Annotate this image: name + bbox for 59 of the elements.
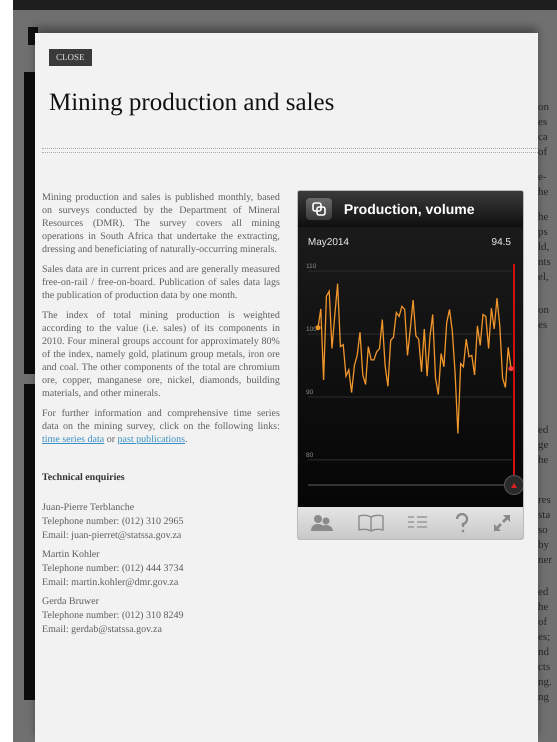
book-icon[interactable] xyxy=(358,514,384,532)
background-text: he xyxy=(538,210,550,225)
background-text: e- xyxy=(538,170,548,185)
background-text: he xyxy=(538,600,550,615)
contact-phone: Telephone number: (012) 310 8249 xyxy=(42,609,184,623)
contact-phone: Telephone number: (012) 310 2965 xyxy=(42,515,184,529)
background-text: sta xyxy=(538,508,552,523)
background-text: ed xyxy=(538,585,550,600)
link[interactable]: past publications xyxy=(118,434,186,445)
background-text: he xyxy=(538,185,548,200)
layers-icon xyxy=(312,202,326,216)
contact-email: Email: gerdab@statssa.gov.za xyxy=(42,623,163,637)
background-text: es; xyxy=(538,630,552,645)
background-text: he xyxy=(538,453,548,468)
start-marker xyxy=(315,325,320,330)
layers-button[interactable] xyxy=(306,198,332,220)
link[interactable]: time series data xyxy=(42,434,104,445)
background-text: ca xyxy=(538,130,549,145)
background-text: ng xyxy=(538,690,550,705)
people-icon[interactable] xyxy=(310,514,334,532)
paragraph: Mining production and sales is published monthly, based on surveys conducted by the Department of Mineral Resources (DMR). The survey covers all mining operations in South Africa that undertake the extracting, dressing and beneficiating of naturally-occurring minerals. xyxy=(42,191,280,256)
chart-title: Production, volume xyxy=(344,200,475,218)
background-text: cts xyxy=(538,660,552,675)
slider-thumb[interactable] xyxy=(504,475,523,495)
section-heading: Technical enquiries xyxy=(42,471,126,484)
background-text: ge xyxy=(538,438,548,453)
expand-icon[interactable] xyxy=(493,514,512,532)
dialog-title: Mining production and sales xyxy=(49,88,336,118)
contact-email: Email: martin.kohler@dmr.gov.za xyxy=(42,576,180,590)
close-button[interactable]: CLOSE xyxy=(49,49,92,66)
background-text: by xyxy=(538,538,550,553)
contact-name: Gerda Bruwer xyxy=(42,595,100,609)
paragraph: For further information and comprehensive time series data on the mining survey, click on the following links: time series data or past publications. xyxy=(42,407,280,446)
contact-phone: Telephone number: (012) 444 3734 xyxy=(42,562,184,576)
contact-name: Martin Kohler xyxy=(42,548,100,562)
date-label: May2014 xyxy=(308,236,349,250)
background-text: es xyxy=(538,318,548,333)
background-text: on xyxy=(538,100,549,115)
paragraph: The index of total mining production is weighted according to the value (i.e. sales) of its components in 2010. Four mineral groups account for approximately 80% of the index, namely gold, platinum group metals, iron ore and coal. The other components of the total are chromium ore, copper, manganese ore, nickel, diamonds, building materials, and other minerals. xyxy=(42,309,280,400)
background-text: es xyxy=(538,115,548,130)
value-reading: 94.5 xyxy=(492,236,511,250)
background-text: ld, xyxy=(538,240,550,255)
contact-name: Juan-Pierre Terblanche xyxy=(42,501,136,515)
background-text: of xyxy=(538,145,548,160)
background-text: nts xyxy=(538,255,551,270)
background-text: ner xyxy=(538,553,552,568)
background-text: of xyxy=(538,615,548,630)
background-text: ed xyxy=(538,423,548,438)
background-text: ps xyxy=(538,225,549,240)
background-text: nd xyxy=(538,645,550,660)
background-text: el, xyxy=(538,270,550,285)
background-text: res xyxy=(538,493,552,508)
background-text: ng. xyxy=(538,675,552,690)
paragraph: Sales data are in current prices and are generally measured free-on-rail / free-on-board. Publication of sales data lags the publication of production data by one month. xyxy=(42,263,280,302)
contact-email: Email: juan-pierret@statssa.gov.za xyxy=(42,529,182,543)
help-icon[interactable] xyxy=(455,513,470,533)
background-text: so xyxy=(538,523,549,538)
background-text: on xyxy=(538,303,549,318)
value-marker xyxy=(508,366,514,372)
